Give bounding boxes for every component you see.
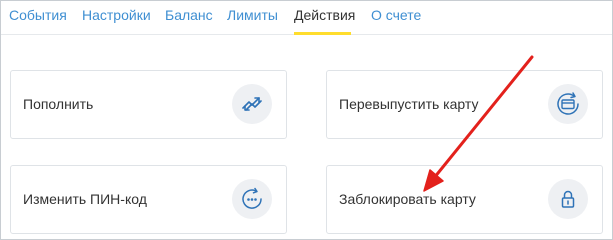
- tab-actions[interactable]: Действия: [294, 7, 355, 23]
- active-tab-indicator: [294, 32, 351, 35]
- top-up-label: Пополнить: [23, 96, 94, 112]
- tab-limits[interactable]: Лимиты: [227, 7, 278, 23]
- tab-events[interactable]: События: [9, 7, 67, 23]
- tab-settings[interactable]: Настройки: [82, 7, 151, 23]
- reissue-card-label: Перевыпустить карту: [339, 96, 479, 112]
- block-card-label: Заблокировать карту: [339, 191, 476, 207]
- card-reissue-icon: [548, 84, 588, 124]
- tab-about-account[interactable]: О счете: [371, 7, 421, 23]
- tab-balance[interactable]: Баланс: [165, 7, 213, 23]
- reissue-card-card[interactable]: Перевыпустить карту: [326, 70, 603, 139]
- change-pin-label: Изменить ПИН-код: [23, 191, 147, 207]
- actions-panel: События Настройки Баланс Лимиты Действия…: [0, 0, 613, 240]
- change-pin-card[interactable]: Изменить ПИН-код: [10, 165, 287, 234]
- lock-icon: [548, 179, 588, 219]
- tab-bar: События Настройки Баланс Лимиты Действия…: [1, 1, 612, 35]
- transfer-arrows-icon: [232, 84, 272, 124]
- pin-change-icon: [232, 179, 272, 219]
- block-card-card[interactable]: Заблокировать карту: [326, 165, 603, 234]
- top-up-card[interactable]: Пополнить: [10, 70, 287, 139]
